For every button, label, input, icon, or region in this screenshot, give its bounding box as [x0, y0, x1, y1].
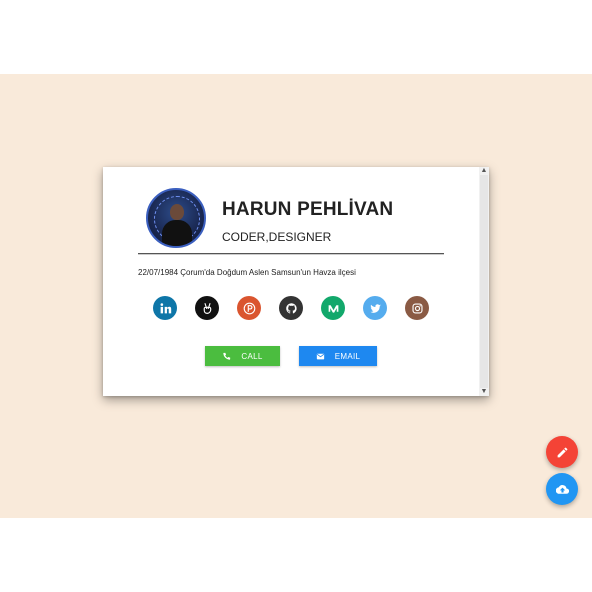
angellist-icon: [203, 302, 211, 314]
phone-icon: [223, 352, 231, 360]
mail-icon: [316, 353, 324, 359]
email-button[interactable]: EMAIL: [299, 346, 377, 366]
scroll-down-arrow-icon[interactable]: ▼: [479, 388, 489, 396]
instagram-icon: [411, 302, 423, 314]
call-button[interactable]: CALL: [205, 346, 280, 366]
divider: [138, 253, 444, 255]
profile-title: CODER,DESIGNER: [222, 230, 332, 244]
scroll-up-arrow-icon[interactable]: ▲: [479, 167, 489, 175]
edit-fab-button[interactable]: [546, 436, 578, 468]
linkedin-icon: [160, 302, 171, 313]
cloud-upload-fab-button[interactable]: [546, 473, 578, 505]
producthunt-link[interactable]: [237, 296, 261, 320]
github-link[interactable]: [279, 296, 303, 320]
profile-card: HARUN PEHLİVAN CODER,DESIGNER 22/07/1984…: [103, 167, 489, 396]
medium-link[interactable]: [321, 296, 345, 320]
profile-bio: 22/07/1984 Çorum'da Doğdum Aslen Samsun'…: [138, 268, 356, 277]
instagram-link[interactable]: [405, 296, 429, 320]
avatar: [146, 188, 206, 248]
profile-name: HARUN PEHLİVAN: [222, 199, 394, 220]
call-label: CALL: [241, 351, 263, 361]
twitter-icon: [369, 303, 381, 313]
linkedin-link[interactable]: [153, 296, 177, 320]
producthunt-icon: [243, 302, 255, 314]
email-label: EMAIL: [334, 351, 361, 361]
scroll-thumb[interactable]: [480, 175, 488, 388]
medium-icon: [328, 304, 338, 313]
pencil-icon: [557, 447, 567, 457]
avatar-head: [170, 204, 184, 220]
avatar-body: [162, 220, 192, 246]
cloud-upload-icon: [555, 484, 569, 494]
github-icon: [285, 302, 297, 314]
twitter-link[interactable]: [363, 296, 387, 320]
card-scrollbar[interactable]: ▲ ▼: [479, 167, 489, 396]
angellist-link[interactable]: [195, 296, 219, 320]
